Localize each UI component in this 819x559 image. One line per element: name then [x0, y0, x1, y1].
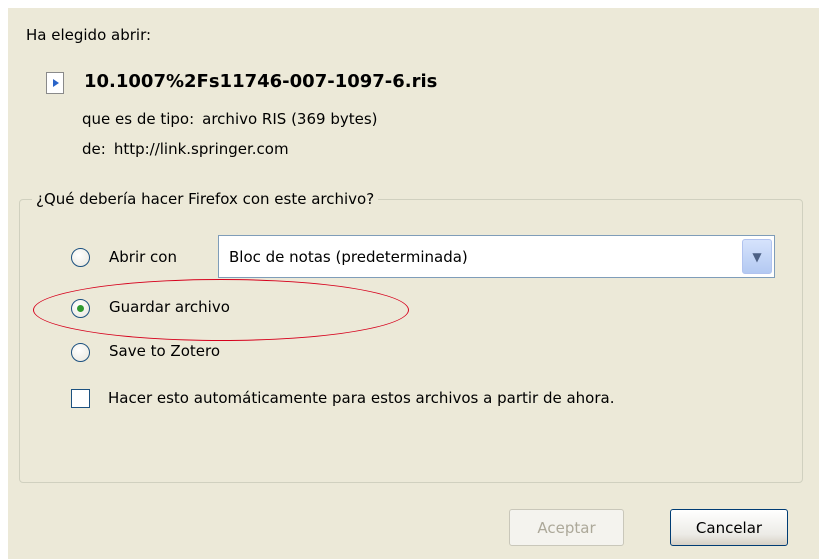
action-group-legend: ¿Qué debería hacer Firefox con este arch… — [32, 190, 379, 208]
chevron-down-icon[interactable]: ▼ — [742, 239, 772, 274]
file-type-label: que es de tipo: — [82, 110, 195, 128]
ok-button[interactable]: Aceptar — [509, 509, 624, 546]
file-source-value: http://link.springer.com — [113, 140, 289, 158]
file-source-row: de: http://link.springer.com — [82, 140, 289, 158]
cancel-button[interactable]: Cancelar — [670, 509, 788, 546]
open-with-app-select[interactable]: Bloc de notas (predeterminada) ▼ — [218, 235, 775, 278]
open-with-label[interactable]: Abrir con — [109, 248, 177, 266]
file-type-row: que es de tipo: archivo RIS (369 bytes) — [82, 110, 378, 128]
auto-action-label[interactable]: Hacer esto automáticamente para estos ar… — [108, 389, 614, 407]
file-name: 10.1007%2Fs11746-007-1097-6.ris — [84, 71, 438, 92]
auto-action-checkbox[interactable] — [71, 389, 90, 408]
save-file-radio[interactable] — [71, 299, 90, 318]
save-file-label[interactable]: Guardar archivo — [109, 298, 230, 316]
save-to-zotero-label[interactable]: Save to Zotero — [109, 342, 220, 360]
ris-file-icon — [46, 72, 64, 94]
open-with-radio[interactable] — [71, 248, 90, 267]
save-to-zotero-radio[interactable] — [71, 343, 90, 362]
file-type-value: archivo RIS (369 bytes) — [202, 110, 378, 128]
dialog-intro-text: Ha elegido abrir: — [26, 26, 152, 44]
open-with-app-value: Bloc de notas (predeterminada) — [229, 248, 468, 266]
file-source-label: de: — [82, 140, 106, 158]
